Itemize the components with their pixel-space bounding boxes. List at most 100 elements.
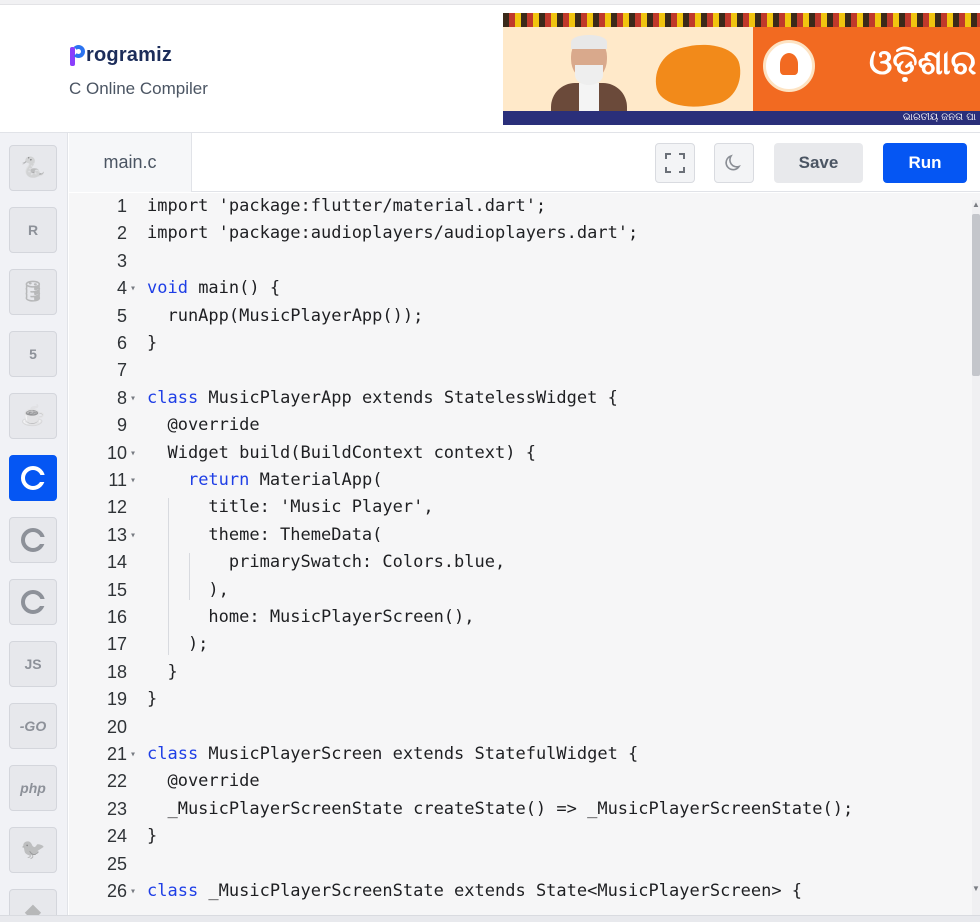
sidebar-item-php[interactable]: php (9, 765, 57, 811)
ad-map-shape (649, 36, 747, 116)
java-icon: ☕ (20, 405, 46, 427)
line-number: 18 (106, 661, 127, 682)
go-icon: -GO (19, 718, 47, 734)
code-line[interactable]: 25 (69, 851, 980, 878)
line-number: 26 (106, 881, 127, 901)
code-line[interactable]: 24} (69, 823, 980, 850)
fullscreen-button[interactable] (655, 143, 695, 183)
database-icon: 🛢 (20, 281, 46, 303)
fold-arrow-icon[interactable]: ▾ (130, 741, 140, 768)
c-icon (21, 466, 46, 490)
sidebar-item-sql[interactable]: 🛢 (9, 269, 57, 315)
tab-main-c[interactable]: main.c (69, 133, 192, 192)
code-line[interactable]: 20 (69, 714, 980, 741)
code-line[interactable]: 3 (69, 248, 980, 275)
code-line[interactable]: 7 (69, 357, 980, 384)
run-button[interactable]: Run (883, 143, 967, 183)
code-line[interactable]: 26 ▾ class _MusicPlayerScreenState extends… (69, 878, 980, 905)
sidebar-item-r[interactable]: R (9, 207, 57, 253)
line-number: 4 (116, 278, 127, 299)
ad-headline: ଓଡ଼ିଶାର (869, 43, 977, 83)
sidebar-item-swift[interactable]: 🐦 (9, 827, 57, 873)
scrollbar-thumb[interactable] (972, 214, 980, 376)
scroll-down-icon[interactable]: ▼ (972, 884, 980, 894)
code-text: import 'package:flutter/material.dart'; (147, 196, 547, 216)
line-number: 20 (106, 716, 127, 737)
code-line[interactable]: 11 ▾ return MaterialApp( (69, 467, 980, 494)
sidebar-item-go[interactable]: -GO (9, 703, 57, 749)
code-line[interactable]: 15 ), (69, 577, 980, 604)
code-text: @override (147, 771, 260, 792)
code-text: ), (147, 579, 229, 600)
sidebar-item-python[interactable]: 🐍 (9, 145, 57, 191)
sidebar-item-java[interactable]: ☕ (9, 393, 57, 439)
code-line[interactable]: 12 title: 'Music Player', (69, 494, 980, 521)
programiz-logo[interactable]: rogramiz (69, 40, 172, 70)
ad-footer-text: ଭାରତୀୟ ଜନତା ପା (902, 112, 976, 123)
code-text: ); (147, 634, 209, 655)
code-line[interactable]: 23 _MusicPlayerScreenState createState()… (69, 796, 980, 823)
sidebar-item-c[interactable] (9, 455, 57, 501)
code-line[interactable]: 14 primarySwatch: Colors.blue, (69, 549, 980, 576)
code-line[interactable]: 8 ▾ class MusicPlayerApp extends Stateless… (69, 385, 980, 412)
code-line[interactable]: 2 import 'package:audioplayers/audioplaye… (69, 220, 980, 247)
lotus-emblem-icon (763, 40, 815, 92)
js-icon: JS (24, 656, 42, 672)
line-number: 7 (116, 360, 127, 381)
code-line[interactable]: 21 ▾ class MusicPlayerScreen extends State… (69, 741, 980, 768)
sidebar-item-csharp[interactable] (9, 579, 57, 625)
line-number: 22 (106, 771, 127, 792)
logo-text: rogramiz (86, 43, 173, 66)
fold-arrow-icon[interactable]: ▾ (130, 467, 140, 494)
code-text: return MaterialApp( (187, 470, 383, 490)
line-number: 15 (106, 579, 127, 600)
code-editor[interactable]: 1 import 'package:flutter/material.dart';… (69, 193, 980, 915)
line-number: 12 (106, 497, 127, 518)
moon-icon (725, 154, 741, 171)
code-text: void main() { (147, 278, 281, 299)
advertisement-banner[interactable]: ଓଡ଼ିଶାର ଭାରତୀୟ ଜନତା ପା (503, 13, 980, 125)
scroll-up-icon[interactable]: ▲ (972, 200, 980, 210)
programiz-logo-icon (69, 44, 85, 66)
code-line[interactable]: 6} (69, 330, 980, 357)
code-text: } (147, 689, 158, 710)
save-button[interactable]: Save (774, 143, 863, 183)
sidebar-item-javascript[interactable]: JS (9, 641, 57, 687)
line-number: 19 (106, 689, 127, 710)
code-line[interactable]: 17 ); (69, 631, 980, 658)
php-icon: php (20, 780, 46, 796)
fold-arrow-icon[interactable]: ▾ (130, 440, 140, 467)
line-number: 5 (116, 305, 127, 326)
fold-arrow-icon[interactable]: ▾ (130, 878, 140, 905)
code-text: Widget build(BuildContext context) { (147, 442, 536, 463)
csharp-icon (21, 590, 46, 614)
line-number: 14 (106, 552, 127, 573)
code-line[interactable]: 18 } (69, 659, 980, 686)
code-line[interactable]: 10 ▾ Widget build(BuildContext context) { (69, 440, 980, 467)
code-line[interactable]: 9 @override (69, 412, 980, 439)
code-line[interactable]: 1 import 'package:flutter/material.dart'; (69, 193, 980, 220)
code-line[interactable]: 13 ▾ theme: ThemeData( (69, 522, 980, 549)
fold-arrow-icon[interactable]: ▾ (130, 385, 140, 412)
r-icon: R (27, 222, 39, 238)
code-text: _MusicPlayerScreenState createState() =>… (147, 798, 854, 819)
code-line[interactable]: 19} (69, 686, 980, 713)
code-text: class _MusicPlayerScreenState extends St… (147, 881, 803, 901)
sidebar-item-cpp[interactable] (9, 517, 57, 563)
line-number: 11 (108, 470, 127, 490)
dark-mode-button[interactable] (714, 143, 754, 183)
line-number: 13 (106, 524, 127, 545)
ad-border-pattern (503, 13, 980, 27)
swift-icon: 🐦 (20, 839, 46, 861)
fold-arrow-icon[interactable]: ▾ (130, 522, 140, 549)
line-number: 2 (116, 223, 127, 244)
code-line[interactable]: 16 home: MusicPlayerScreen(), (69, 604, 980, 631)
code-text: theme: ThemeData( (147, 524, 383, 545)
code-line[interactable]: 4 ▾ void main() { (69, 275, 980, 302)
sidebar-item-html[interactable]: 5 (9, 331, 57, 377)
code-line[interactable]: 5 runApp(MusicPlayerApp()); (69, 303, 980, 330)
fold-arrow-icon[interactable]: ▾ (130, 275, 140, 302)
cpp-icon (21, 528, 46, 552)
code-text: class MusicPlayerApp extends StatelessWi… (147, 387, 618, 408)
code-line[interactable]: 22 @override (69, 768, 980, 795)
